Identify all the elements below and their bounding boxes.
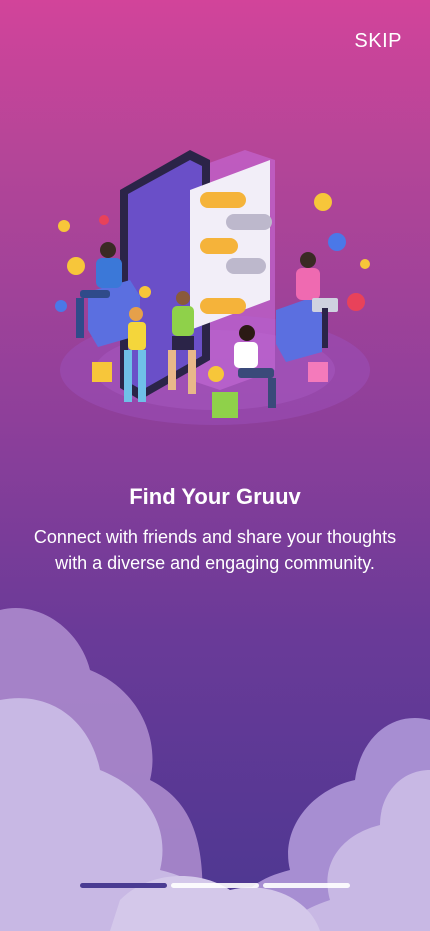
social-community-illustration xyxy=(55,150,370,425)
page-dot-2[interactable] xyxy=(171,883,259,888)
page-indicator xyxy=(80,883,350,888)
page-dot-3[interactable] xyxy=(262,883,350,888)
onboarding-title: Find Your Gruuv xyxy=(129,484,301,509)
skip-button[interactable]: SKIP xyxy=(354,30,402,53)
clouds-decoration xyxy=(0,608,430,931)
onboarding-screen: SKIP Find Your Gruuv Connect with friend… xyxy=(0,0,430,931)
onboarding-description: Connect with friends and share your thou… xyxy=(33,527,397,573)
page-dot-1[interactable] xyxy=(80,883,168,888)
